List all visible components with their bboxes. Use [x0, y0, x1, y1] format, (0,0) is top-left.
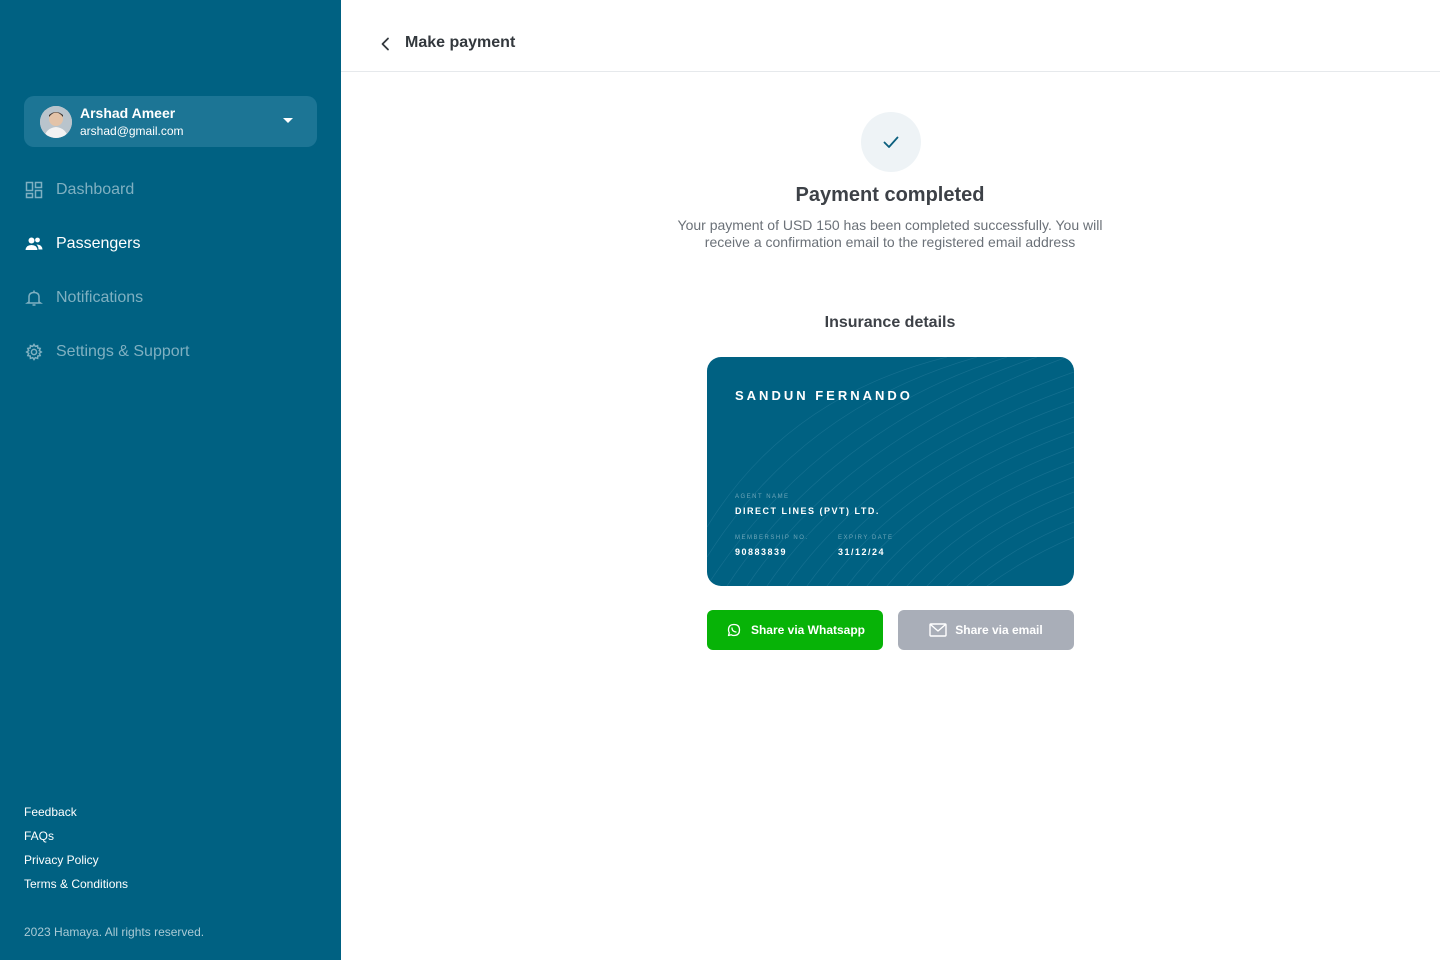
sidebar-item-label: Settings & Support: [56, 343, 190, 360]
footer-link-terms[interactable]: Terms & Conditions: [24, 877, 128, 891]
whatsapp-icon: [725, 621, 743, 639]
section-title: Insurance details: [824, 314, 956, 331]
sidebar: Arshad Ameer arshad@gmail.com Dashboard …: [0, 0, 341, 960]
passengers-icon: [24, 234, 44, 254]
expiry-label: EXPIRY DATE: [838, 535, 894, 541]
user-email: arshad@gmail.com: [80, 123, 184, 138]
footer-link-faqs[interactable]: FAQs: [24, 829, 54, 843]
back-arrow-icon[interactable]: [378, 36, 394, 52]
user-name: Arshad Ameer: [80, 104, 176, 121]
page-title: Make payment: [405, 34, 516, 51]
sidebar-item-label: Passengers: [56, 235, 141, 252]
chevron-down-icon[interactable]: [283, 118, 293, 123]
copyright-text: 2023 Hamaya. All rights reserved.: [24, 925, 205, 939]
sidebar-item-passengers[interactable]: Passengers: [24, 232, 141, 256]
sidebar-item-label: Dashboard: [56, 181, 135, 198]
share-whatsapp-button[interactable]: Share via Whatsapp: [707, 610, 883, 650]
share-email-label: Share via email: [955, 623, 1043, 637]
status-description: Your payment of USD 150 has been complet…: [677, 217, 1103, 250]
footer-link-feedback[interactable]: Feedback: [24, 805, 77, 819]
dashboard-icon: [24, 180, 44, 200]
sidebar-item-notifications[interactable]: Notifications: [24, 286, 143, 310]
mail-icon: [929, 621, 947, 639]
insurance-card: SANDUN FERNANDO AGENT NAME DIRECT LINES …: [707, 357, 1074, 586]
sidebar-item-dashboard[interactable]: Dashboard: [24, 178, 134, 202]
footer-link-privacy[interactable]: Privacy Policy: [24, 853, 99, 867]
share-whatsapp-label: Share via Whatsapp: [750, 623, 866, 637]
success-badge: [861, 112, 921, 172]
card-holder-name: SANDUN FERNANDO: [735, 388, 913, 403]
status-title: Payment completed: [795, 184, 985, 206]
agent-label: AGENT NAME: [735, 494, 790, 500]
sidebar-item-settings[interactable]: Settings & Support: [24, 340, 189, 364]
membership-value: 90883839: [735, 547, 788, 557]
agent-value: DIRECT LINES (PVT) LTD.: [735, 506, 880, 516]
share-email-button[interactable]: Share via email: [898, 610, 1074, 650]
check-icon: [883, 136, 899, 148]
bell-icon: [24, 288, 44, 308]
user-switcher[interactable]: Arshad Ameer arshad@gmail.com: [24, 96, 317, 147]
sidebar-item-label: Notifications: [56, 289, 144, 306]
membership-label: MEMBERSHIP NO.: [735, 535, 809, 541]
expiry-value: 31/12/24: [838, 547, 886, 557]
gear-icon: [24, 342, 44, 362]
avatar: [40, 105, 72, 138]
